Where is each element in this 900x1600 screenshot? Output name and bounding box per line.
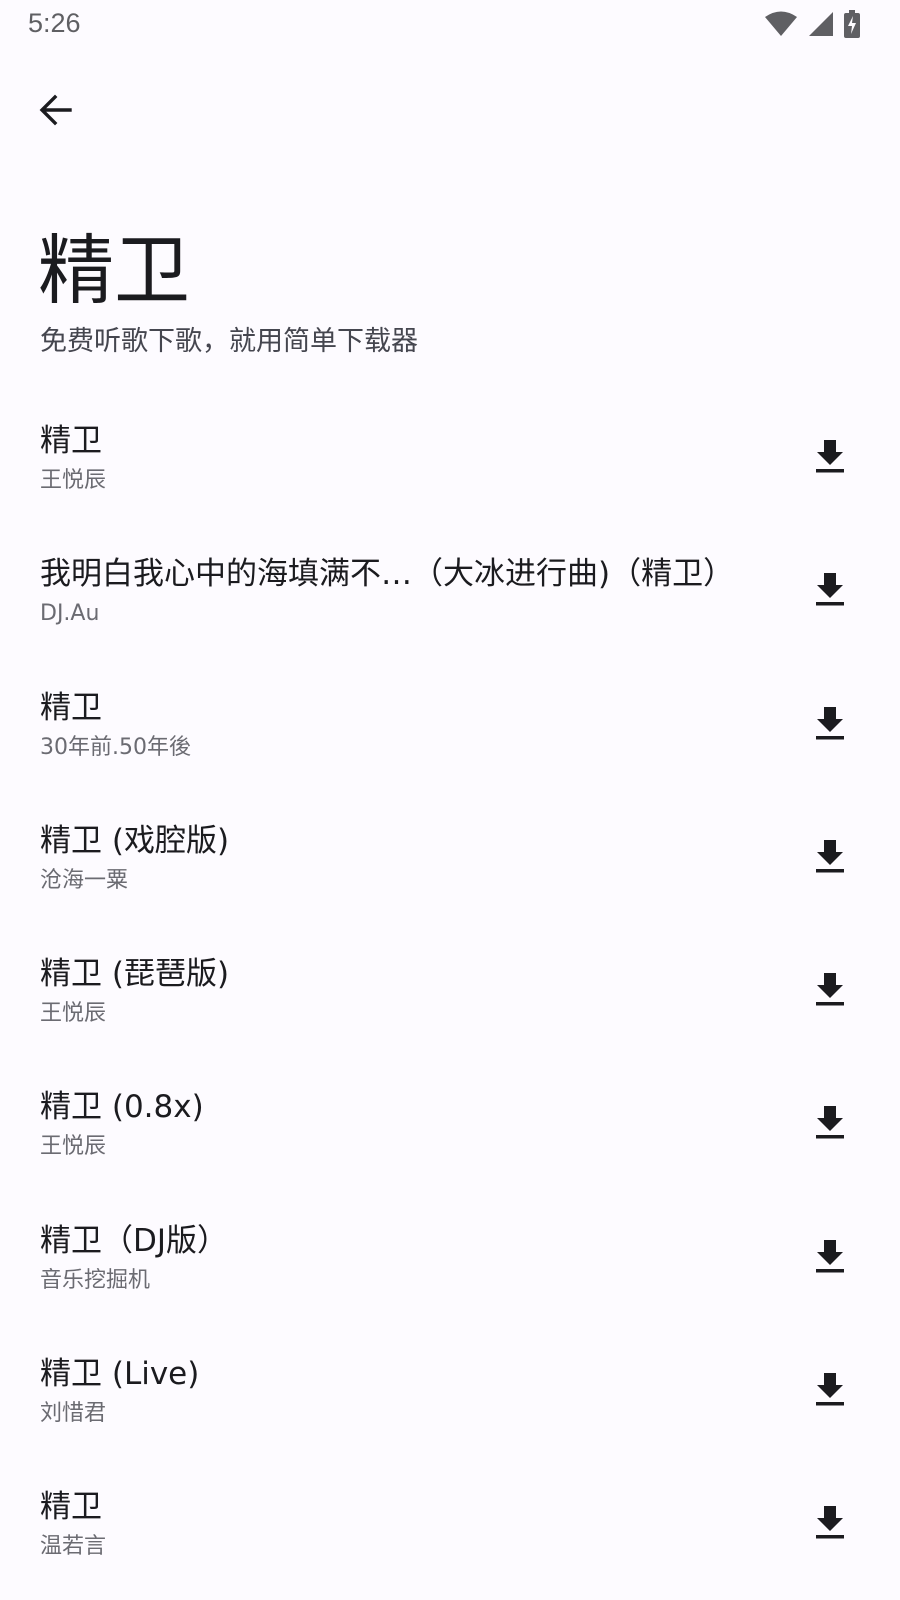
song-title: 精卫 (琵琶版) (40, 956, 230, 993)
song-title: 精卫（DJ版） (40, 1222, 229, 1259)
download-button[interactable] (802, 963, 858, 1019)
song-artist: DJ.Au (40, 601, 100, 627)
song-artist: 30年前.50年後 (40, 734, 191, 760)
song-title: 精卫 (40, 423, 102, 459)
song-title: 精卫 (0.8x) (40, 1089, 204, 1126)
download-icon (815, 1238, 845, 1278)
wifi-icon (764, 11, 798, 41)
list-item[interactable]: 精卫 (Live) 刘惜君 (0, 1333, 900, 1466)
song-list: 精卫 王悦辰 我明白我心中的海填满不…（大冰进行曲)（精卫） DJ.Au 精卫 … (0, 400, 900, 1600)
download-button[interactable] (802, 830, 858, 886)
list-item[interactable]: 精卫 温若言 (0, 1466, 900, 1599)
list-item[interactable]: 精卫（DJ版） 音乐挖掘机 (0, 1200, 900, 1333)
song-title: 精卫 (40, 1489, 102, 1526)
song-artist: 王悦辰 (40, 468, 107, 493)
status-bar: 5:26 (0, 0, 900, 50)
song-title: 精卫 (Live) (40, 1356, 200, 1393)
page-title: 精卫 (38, 226, 190, 315)
song-artist: 王悦辰 (40, 1001, 107, 1027)
download-icon (815, 1104, 845, 1144)
list-item[interactable]: 精卫 (戏腔版) 沧海一粟 (0, 800, 900, 933)
list-item[interactable]: 精卫 30年前.50年後 (0, 667, 900, 800)
song-title: 精卫 (40, 689, 102, 726)
download-button[interactable] (802, 563, 858, 619)
back-button[interactable] (28, 84, 84, 140)
download-button[interactable] (802, 1363, 858, 1419)
list-item[interactable]: 精卫 王悦辰 (0, 400, 900, 533)
status-icons (764, 10, 860, 42)
download-button[interactable] (802, 697, 858, 753)
page-subtitle: 免费听歌下歌，就用简单下载器 (40, 326, 418, 357)
status-time: 5:26 (28, 8, 81, 38)
cellular-signal-icon (808, 11, 834, 41)
download-button[interactable] (802, 430, 858, 486)
download-icon (815, 1371, 845, 1411)
download-icon (815, 571, 845, 611)
download-icon (815, 971, 845, 1011)
song-artist: 王悦辰 (40, 1134, 107, 1160)
song-artist: 沧海一粟 (40, 867, 129, 893)
list-item[interactable]: 我明白我心中的海填满不…（大冰进行曲)（精卫） DJ.Au (0, 533, 900, 666)
list-item[interactable]: 精卫 (0.8x) 王悦辰 (0, 1066, 900, 1199)
song-artist: 刘惜君 (40, 1401, 107, 1427)
song-artist: 温若言 (40, 1534, 107, 1560)
download-icon (815, 838, 845, 878)
download-icon (815, 705, 845, 745)
download-button[interactable] (802, 1496, 858, 1552)
list-item[interactable]: 精卫 (琵琶版) 王悦辰 (0, 933, 900, 1066)
download-icon (815, 438, 845, 478)
download-icon (815, 1504, 845, 1544)
download-button[interactable] (802, 1230, 858, 1286)
song-title: 我明白我心中的海填满不…（大冰进行曲)（精卫） (40, 556, 735, 593)
song-artist: 音乐挖掘机 (40, 1267, 151, 1293)
arrow-left-icon (38, 92, 74, 132)
battery-charging-icon (844, 10, 860, 42)
song-title: 精卫 (戏腔版) (40, 822, 230, 859)
download-button[interactable] (802, 1096, 858, 1152)
